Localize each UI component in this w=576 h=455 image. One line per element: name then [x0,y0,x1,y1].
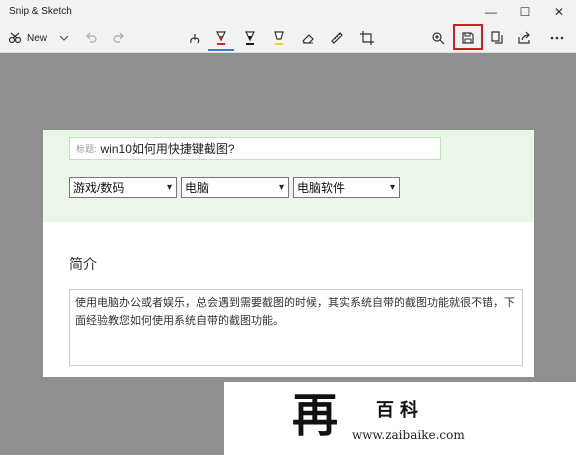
title-bar: Snip & Sketch — ☐ ✕ [0,0,576,24]
section-heading: 简介 [69,256,97,272]
save-highlight-box [453,24,483,50]
category-select-1[interactable]: 游戏/数码 ▾ [69,177,177,198]
undo-icon[interactable] [82,27,100,49]
form-header-area: 标题: win10如何用快捷键截图? 游戏/数码 ▾ 电脑 ▾ 电脑软件 ▾ [43,130,534,222]
category-select-3-value: 电脑软件 [297,181,346,195]
redo-icon[interactable] [110,27,128,49]
watermark-logo: 再 [292,388,338,442]
toolbar: New [0,24,576,53]
touch-writing-icon[interactable] [185,27,205,49]
eraser-icon[interactable] [298,27,318,49]
close-button[interactable]: ✕ [542,0,576,24]
new-label: New [27,32,48,44]
pencil-icon[interactable] [240,27,260,49]
crop-icon[interactable] [357,27,377,49]
title-placeholder: 标题: [76,144,97,154]
copy-icon[interactable] [487,27,507,49]
ballpoint-pen-icon[interactable] [211,27,231,49]
watermark-url: www.zaibaike.com [352,428,465,442]
title-input[interactable]: 标题: win10如何用快捷键截图? [69,137,441,160]
new-dropdown-chevron-icon[interactable] [56,27,72,49]
category-select-2[interactable]: 电脑 ▾ [181,177,289,198]
scissors-icon [8,32,22,44]
maximize-button[interactable]: ☐ [508,0,542,24]
watermark: 再 百科 www.zaibaike.com [224,382,576,455]
highlighter-icon[interactable] [269,27,289,49]
share-icon[interactable] [514,27,534,49]
chevron-down-icon: ▾ [166,182,172,193]
new-button[interactable]: New [8,27,47,49]
category-select-1-value: 游戏/数码 [73,181,125,195]
minimize-button[interactable]: — [474,0,508,24]
more-options-icon[interactable] [546,27,568,49]
ruler-icon[interactable] [327,27,347,49]
app-title: Snip & Sketch [9,6,72,17]
chevron-down-icon: ▾ [278,182,284,193]
zoom-icon[interactable] [428,27,448,49]
captured-content: 标题: win10如何用快捷键截图? 游戏/数码 ▾ 电脑 ▾ 电脑软件 ▾ 简… [43,130,534,377]
chevron-down-icon: ▾ [389,182,395,193]
category-select-3[interactable]: 电脑软件 ▾ [293,177,400,198]
intro-textarea[interactable]: 使用电脑办公或者娱乐，总会遇到需要截图的时候，其实系统自带的截图功能就很不错，下… [69,289,523,366]
active-tool-indicator [208,49,234,51]
title-value: win10如何用快捷键截图? [100,142,235,156]
watermark-brand: 百科 [376,400,424,421]
category-select-2-value: 电脑 [185,181,210,195]
